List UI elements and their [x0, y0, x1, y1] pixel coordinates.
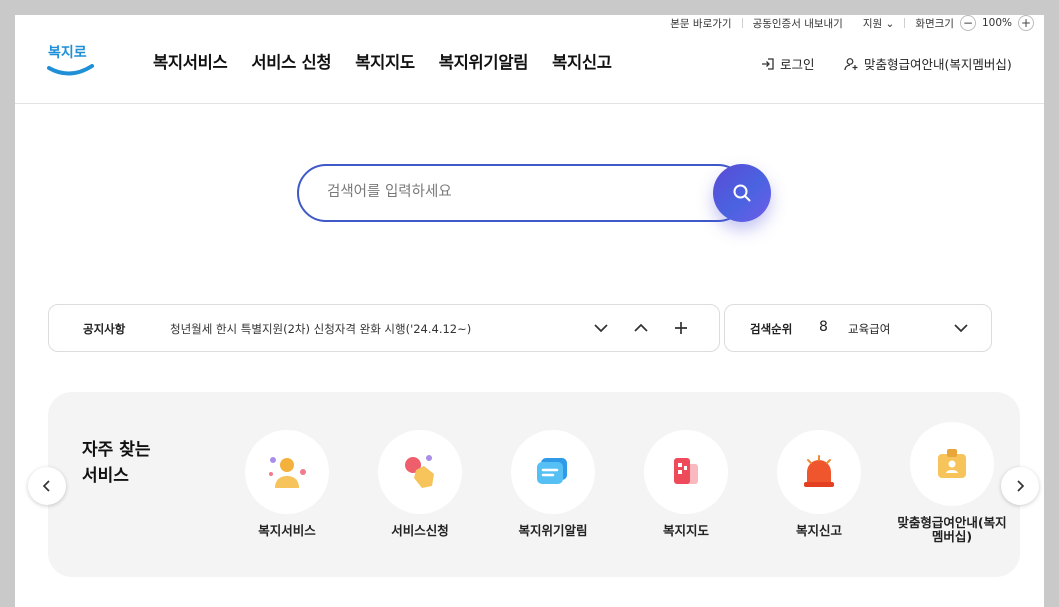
service-label: 복지지도	[662, 523, 709, 538]
login-label: 로그인	[780, 57, 815, 72]
title-line: 자주 찾는	[82, 440, 151, 460]
service-card-crisis-alert[interactable]: 복지위기알림	[498, 430, 608, 538]
service-card-welfare-report[interactable]: 복지신고	[764, 430, 874, 538]
chat-bubble-icon	[537, 458, 567, 484]
chevron-down-icon	[594, 324, 608, 333]
service-icon-circle	[777, 430, 861, 514]
notice-next-button[interactable]	[590, 317, 612, 339]
browser-viewport: 본문 바로가기 공동인증서 내보내기 지원 ⌄ 화면크기 − 100% + 복지…	[15, 15, 1044, 607]
nav-welfare-map[interactable]: 복지지도	[355, 49, 415, 73]
frequent-services-title: 자주 찾는 서비스	[82, 437, 172, 489]
nav-crisis-alert[interactable]: 복지위기알림	[439, 49, 529, 73]
siren-icon	[804, 455, 834, 487]
frequent-services-panel: 자주 찾는 서비스 복지서비스 서비스신청 복지위기알림 복지지도 복지신고 맞…	[48, 392, 1020, 577]
search-rank-bar: 검색순위 8 교육급여	[724, 304, 992, 352]
service-icon-circle	[511, 430, 595, 514]
login-icon	[762, 57, 774, 70]
rank-label: 검색순위	[750, 322, 793, 336]
user-add-icon	[844, 57, 858, 70]
logo-text: 복지로	[48, 45, 87, 61]
service-label: 서비스신청	[391, 523, 449, 538]
chevron-down-icon: ⌄	[885, 17, 895, 30]
person-icon	[269, 457, 306, 488]
id-badge-icon	[938, 449, 966, 478]
notice-text[interactable]: 청년월세 한시 특별지원(2차) 신청자격 완화 시행('24.4.12~)	[170, 321, 471, 337]
hand-tap-icon	[405, 455, 434, 488]
login-button[interactable]: 로그인	[761, 54, 815, 73]
main-nav: 복지서비스 서비스 신청 복지지도 복지위기알림 복지신고	[153, 49, 612, 73]
chevron-up-icon	[634, 323, 648, 332]
rank-keyword[interactable]: 교육급여	[848, 321, 890, 337]
service-card-apply[interactable]: 서비스신청	[365, 430, 475, 538]
map-icon	[674, 458, 698, 484]
service-icon-circle	[644, 430, 728, 514]
rank-expand-button[interactable]	[950, 317, 972, 339]
zoom-in-button[interactable]: +	[1018, 15, 1034, 31]
service-icon-circle	[378, 430, 462, 514]
service-icon-circle	[910, 422, 994, 506]
rank-number: 8	[819, 319, 828, 335]
service-icon-circle	[245, 430, 329, 514]
service-label: 복지신고	[795, 523, 842, 538]
title-line: 서비스	[82, 466, 129, 486]
utility-bar: 본문 바로가기 공동인증서 내보내기 지원 ⌄ 화면크기 − 100% +	[660, 15, 1034, 31]
logo-mark-icon: 복지로	[47, 45, 94, 76]
membership-label: 맞춤형급여안내(복지멤버십)	[864, 57, 1012, 72]
service-card-welfare-map[interactable]: 복지지도	[631, 430, 741, 538]
chevron-down-icon	[954, 324, 968, 333]
search-button[interactable]	[713, 164, 771, 222]
service-card-membership[interactable]: 맞춤형급여안내(복지멤버십)	[897, 422, 1007, 544]
zoom-value: 100%	[981, 17, 1012, 29]
site-header: 본문 바로가기 공동인증서 내보내기 지원 ⌄ 화면크기 − 100% + 복지…	[15, 15, 1044, 104]
carousel-next-button[interactable]	[1001, 467, 1039, 505]
skip-to-content-link[interactable]: 본문 바로가기	[660, 16, 741, 31]
plus-icon	[675, 322, 687, 334]
notice-label: 공지사항	[83, 322, 126, 336]
membership-button[interactable]: 맞춤형급여안내(복지멤버십)	[844, 54, 1012, 73]
notice-prev-button[interactable]	[630, 317, 652, 339]
service-label: 맞춤형급여안내(복지멤버십)	[897, 515, 1007, 544]
chevron-right-icon	[1017, 480, 1025, 492]
support-dropdown[interactable]: 지원 ⌄	[853, 16, 904, 31]
zoom-out-button[interactable]: −	[959, 15, 976, 31]
nav-service-apply[interactable]: 서비스 신청	[251, 49, 331, 73]
support-label: 지원	[862, 17, 883, 30]
notice-bar: 공지사항 청년월세 한시 특별지원(2차) 신청자격 완화 시행('24.4.1…	[48, 304, 720, 352]
nav-welfare-service[interactable]: 복지서비스	[153, 49, 228, 73]
search-icon	[733, 184, 751, 202]
service-label: 복지위기알림	[518, 523, 588, 538]
carousel-prev-button[interactable]	[28, 467, 66, 505]
nav-welfare-report[interactable]: 복지신고	[552, 49, 612, 73]
service-label: 복지서비스	[258, 523, 316, 538]
screen-size-control: 화면크기 − 100% +	[905, 15, 1034, 31]
search-bar	[297, 164, 771, 222]
service-card-welfare[interactable]: 복지서비스	[232, 430, 342, 538]
cert-export-link[interactable]: 공동인증서 내보내기	[743, 16, 853, 31]
site-logo[interactable]: 복지로	[46, 40, 98, 82]
search-input[interactable]	[327, 181, 697, 203]
screen-size-label: 화면크기	[915, 17, 954, 30]
notice-more-button[interactable]	[670, 317, 692, 339]
chevron-left-icon	[42, 480, 50, 492]
